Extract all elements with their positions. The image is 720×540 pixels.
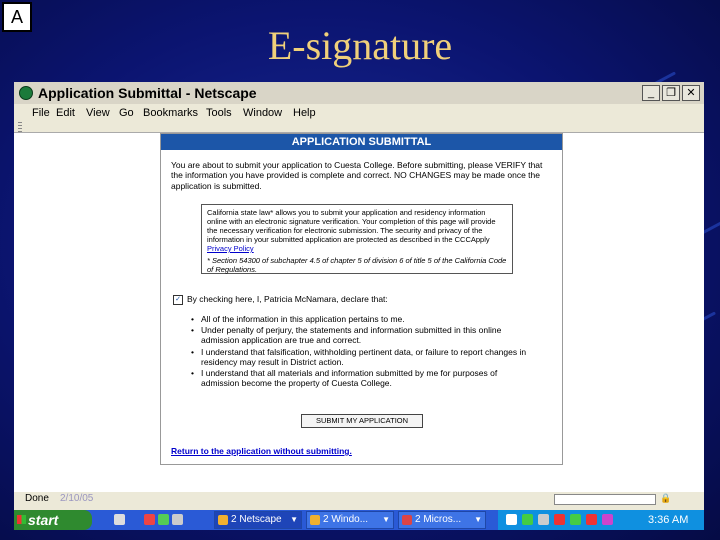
declaration-list: All of the information in this applicati… [191,314,536,389]
tray-icon[interactable] [602,514,613,525]
submittal-panel: APPLICATION SUBMITTAL You are about to s… [160,133,563,465]
declaration-row: ✓ By checking here, I, Patricia McNamara,… [173,294,388,305]
tray-icon[interactable] [522,514,533,525]
list-item: I understand that falsification, withhol… [191,347,536,367]
status-text: Done [25,493,49,504]
chevron-down-icon: ▼ [382,515,390,524]
tray-icon[interactable] [570,514,581,525]
return-link[interactable]: Return to the application without submit… [171,446,352,456]
netscape-icon [19,86,33,100]
menu-view[interactable]: View [86,107,110,119]
powerpoint-icon [402,515,412,525]
panel-header: APPLICATION SUBMITTAL [161,134,562,150]
maximize-button[interactable]: ❐ [662,85,680,101]
windows-logo-icon [17,515,26,524]
quicklaunch-messenger-icon[interactable] [158,514,169,525]
quicklaunch-media-icon[interactable] [144,514,155,525]
quicklaunch-desktop-icon[interactable] [172,514,183,525]
task-label: Netscape [239,514,282,525]
tray-icon[interactable] [554,514,565,525]
chevron-down-icon: ▼ [474,515,482,524]
menu-tools[interactable]: Tools [206,107,232,119]
menu-edit[interactable]: Edit [56,107,75,119]
status-bar: Done 2/10/05 🔒 [14,492,704,506]
privacy-policy-link[interactable]: Privacy Policy [207,244,254,253]
system-tray: 3:36 AM [498,510,704,530]
menu-file[interactable]: File [32,107,50,119]
list-item: I understand that all materials and info… [191,368,536,388]
menu-help[interactable]: Help [293,107,316,119]
window-title: Application Submittal - Netscape [38,85,257,101]
task-count: 2 [415,514,421,525]
intro-text: You are about to submit your application… [171,160,543,191]
tray-icon[interactable] [538,514,549,525]
start-label: start [28,512,59,528]
chevron-down-icon: ▼ [290,515,298,524]
task-netscape[interactable]: 2 Netscape ▼ [214,511,302,529]
task-windows-explorer[interactable]: 2 Windo... ▼ [306,511,394,529]
law-footnote: * Section 54300 of subchapter 4.5 of cha… [207,256,507,274]
menu-go[interactable]: Go [119,107,134,119]
law-text: California state law* allows you to subm… [207,208,496,244]
list-item: Under penalty of perjury, the statements… [191,325,536,345]
list-item: All of the information in this applicati… [191,314,536,324]
progress-bar [554,494,656,505]
quicklaunch-outlook-icon[interactable] [114,514,125,525]
window-titlebar[interactable]: Application Submittal - Netscape _ ❐ ✕ [14,82,704,104]
declaration-checkbox[interactable]: ✓ [173,294,183,305]
task-count: 2 [323,514,329,525]
status-date: 2/10/05 [60,493,94,504]
page-content: APPLICATION SUBMITTAL You are about to s… [14,132,704,493]
folder-icon [310,515,320,525]
slide-title: E-signature [267,23,453,68]
tray-icon[interactable] [586,514,597,525]
close-button[interactable]: ✕ [682,85,700,101]
start-button[interactable]: start [14,510,92,530]
task-label: Windo... [331,514,369,525]
task-microsoft[interactable]: 2 Micros... ▼ [398,511,486,529]
law-notice-box: California state law* allows you to subm… [201,204,513,274]
menu-bookmarks[interactable]: Bookmarks [143,107,198,119]
minimize-button[interactable]: _ [642,85,660,101]
submit-application-button[interactable]: SUBMIT MY APPLICATION [301,414,423,428]
tray-icon[interactable] [506,514,517,525]
netscape-task-icon [218,515,228,525]
toolbar-strip [14,122,704,132]
menu-window[interactable]: Window [243,107,282,119]
browser-window: Application Submittal - Netscape _ ❐ ✕ F… [14,82,704,514]
taskbar: start 2 Netscape ▼ 2 Windo... ▼ 2 Micros..… [14,510,704,530]
task-label: Micros... [423,514,462,525]
task-count: 2 [231,514,237,525]
menu-bar: File Edit View Go Bookmarks Tools Window… [14,104,704,122]
clock: 3:36 AM [648,514,689,526]
declaration-label: By checking here, I, Patricia McNamara, … [187,294,388,304]
security-lock-icon: 🔒 [660,493,672,503]
